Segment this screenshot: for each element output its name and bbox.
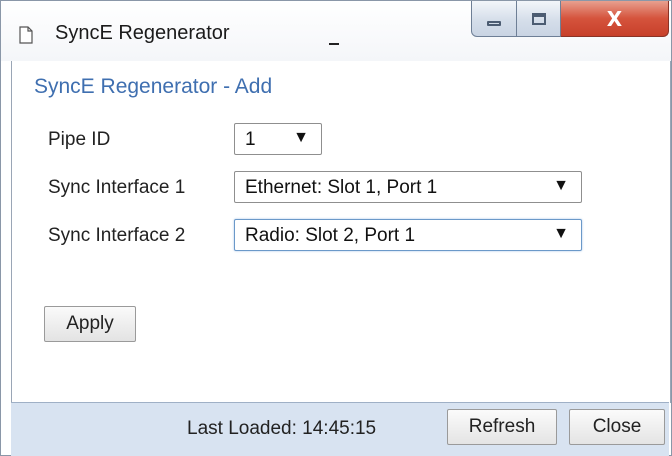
dialog-content: SyncE Regenerator - Add Pipe ID 1 ▼ Sync… (11, 61, 671, 403)
chevron-down-icon: ▼ (553, 225, 569, 242)
sync-interface-2-label: Sync Interface 2 (48, 225, 186, 246)
refresh-button[interactable]: Refresh (447, 409, 557, 445)
text-cursor (329, 43, 339, 45)
window-title: SyncE Regenerator (55, 22, 230, 44)
sync-interface-1-select[interactable]: Ethernet: Slot 1, Port 1 ▼ (234, 171, 582, 203)
dialog-footer: Last Loaded: 14:45:15 Refresh Close (11, 402, 669, 456)
pipe-id-select[interactable]: 1 ▼ (234, 123, 322, 155)
window-controls: X (471, 1, 669, 41)
title-bar[interactable]: SyncE Regenerator X (1, 1, 671, 61)
sync-interface-2-value: Radio: Slot 2, Port 1 (245, 225, 416, 246)
minimize-button[interactable] (471, 1, 517, 37)
dialog-window: SyncE Regenerator X SyncE Regenerator - … (0, 0, 672, 456)
sync-interface-2-select[interactable]: Radio: Slot 2, Port 1 ▼ (234, 219, 582, 251)
close-button[interactable]: Close (569, 409, 665, 445)
maximize-icon (531, 12, 546, 25)
window-close-button[interactable]: X (561, 1, 669, 37)
chevron-down-icon: ▼ (553, 177, 569, 194)
minimize-icon (487, 21, 501, 26)
sync-interface-1-label: Sync Interface 1 (48, 177, 186, 198)
maximize-button[interactable] (517, 1, 561, 37)
close-icon: X (606, 6, 623, 31)
pipe-id-label: Pipe ID (48, 129, 111, 150)
chevron-down-icon: ▼ (293, 129, 309, 146)
dialog-heading: SyncE Regenerator - Add (34, 75, 273, 98)
document-icon (19, 26, 33, 44)
last-loaded-status: Last Loaded: 14:45:15 (187, 418, 377, 439)
apply-button[interactable]: Apply (44, 306, 136, 342)
sync-interface-1-value: Ethernet: Slot 1, Port 1 (245, 177, 438, 198)
pipe-id-value: 1 (245, 129, 256, 150)
